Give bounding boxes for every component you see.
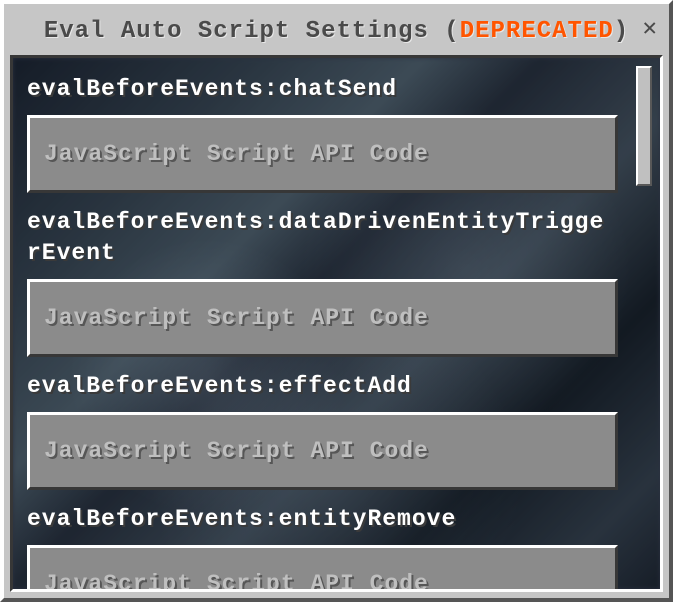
scrollbar-thumb[interactable] bbox=[636, 66, 652, 186]
title-prefix: Eval Auto Script Settings ( bbox=[44, 18, 460, 45]
field-group: evalBeforeEvents:chatSend JavaScript Scr… bbox=[27, 68, 618, 193]
title-suffix: ) bbox=[614, 18, 629, 45]
scrollbar-track[interactable] bbox=[636, 66, 652, 581]
field-label: evalBeforeEvents:effectAdd bbox=[27, 365, 618, 412]
scroll-body[interactable]: evalBeforeEvents:chatSend JavaScript Scr… bbox=[13, 58, 632, 589]
code-input-datadriven[interactable]: JavaScript Script API Code bbox=[27, 279, 618, 357]
field-label: evalBeforeEvents:chatSend bbox=[27, 68, 618, 115]
input-placeholder: JavaScript Script API Code bbox=[44, 141, 429, 167]
title-deprecated: DEPRECATED bbox=[460, 18, 614, 45]
modal-title: Eval Auto Script Settings (DEPRECATED) bbox=[44, 18, 629, 45]
field-label: evalBeforeEvents:dataDrivenEntityTrigger… bbox=[27, 201, 618, 279]
close-icon[interactable]: ✕ bbox=[643, 18, 657, 42]
input-placeholder: JavaScript Script API Code bbox=[44, 305, 429, 331]
modal-inner: Eval Auto Script Settings (DEPRECATED) ✕… bbox=[10, 10, 663, 592]
code-input-entityremove[interactable]: JavaScript Script API Code bbox=[27, 545, 618, 589]
field-group: evalBeforeEvents:effectAdd JavaScript Sc… bbox=[27, 365, 618, 490]
code-input-chatsend[interactable]: JavaScript Script API Code bbox=[27, 115, 618, 193]
modal-frame: Eval Auto Script Settings (DEPRECATED) ✕… bbox=[0, 0, 673, 602]
field-group: evalBeforeEvents:dataDrivenEntityTrigger… bbox=[27, 201, 618, 357]
titlebar: Eval Auto Script Settings (DEPRECATED) ✕ bbox=[10, 10, 663, 55]
input-placeholder: JavaScript Script API Code bbox=[44, 438, 429, 464]
input-placeholder: JavaScript Script API Code bbox=[44, 571, 429, 589]
field-label: evalBeforeEvents:entityRemove bbox=[27, 498, 618, 545]
content-area: evalBeforeEvents:chatSend JavaScript Scr… bbox=[10, 55, 663, 592]
field-group: evalBeforeEvents:entityRemove JavaScript… bbox=[27, 498, 618, 589]
code-input-effectadd[interactable]: JavaScript Script API Code bbox=[27, 412, 618, 490]
